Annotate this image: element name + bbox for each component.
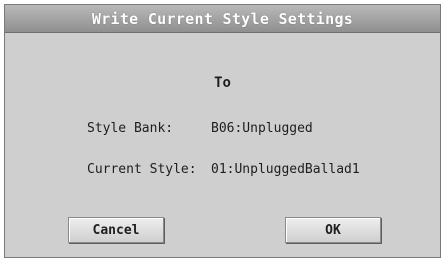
ok-button-label: OK bbox=[325, 222, 341, 238]
destination-heading: To bbox=[214, 75, 231, 91]
cancel-button-label: Cancel bbox=[92, 222, 140, 238]
dialog-titlebar: Write Current Style Settings bbox=[5, 5, 440, 33]
style-bank-value[interactable]: B06:Unplugged bbox=[211, 121, 313, 136]
current-style-value[interactable]: 01:UnpluggedBallad1 bbox=[211, 162, 360, 177]
ok-button[interactable]: OK bbox=[285, 217, 381, 243]
cancel-button[interactable]: Cancel bbox=[68, 217, 164, 243]
current-style-label: Current Style: bbox=[87, 162, 197, 177]
dialog-title: Write Current Style Settings bbox=[91, 9, 354, 28]
style-bank-label: Style Bank: bbox=[87, 121, 174, 136]
write-style-dialog: Write Current Style Settings To Style Ba… bbox=[4, 4, 441, 258]
